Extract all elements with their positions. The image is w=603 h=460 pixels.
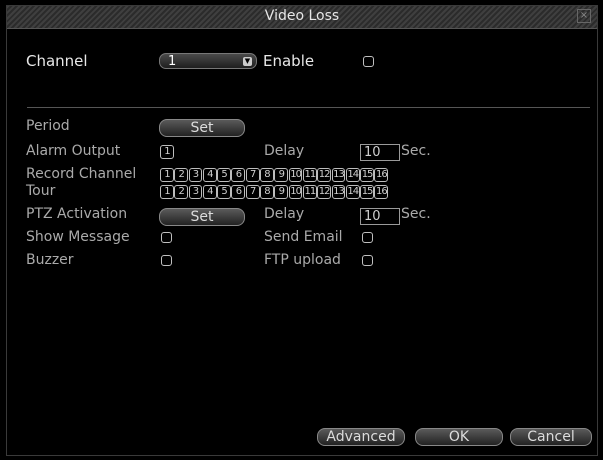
tour-grid: 1 2 3 4 5 6 7 8 9 10 11 12 13 14 15 16 [160,185,389,199]
channel-select-value: 1 [168,54,177,69]
record-channel-11[interactable]: 11 [302,168,317,182]
record-channel-label: Record Channel [26,166,137,182]
record-channel-9[interactable]: 9 [274,168,289,182]
delay2-input[interactable]: 10 [360,208,400,225]
tour-channel-10[interactable]: 10 [288,185,303,199]
advanced-button[interactable]: Advanced [317,428,405,446]
ptz-activation-label: PTZ Activation [26,206,128,222]
tour-label: Tour [26,183,56,199]
tour-channel-11[interactable]: 11 [302,185,317,199]
cancel-button[interactable]: Cancel [510,428,592,446]
period-label: Period [26,118,70,134]
record-channel-grid: 1 2 3 4 5 6 7 8 9 10 11 12 13 14 15 16 [160,168,389,182]
tour-channel-3[interactable]: 3 [188,185,203,199]
tour-channel-4[interactable]: 4 [202,185,217,199]
record-channel-8[interactable]: 8 [260,168,274,182]
tour-channel-14[interactable]: 14 [345,185,360,199]
record-channel-13[interactable]: 13 [331,168,346,182]
tour-channel-16[interactable]: 16 [374,185,389,199]
tour-channel-8[interactable]: 8 [260,185,274,199]
tour-channel-2[interactable]: 2 [174,185,189,199]
channel-label: Channel [26,52,88,70]
record-channel-6[interactable]: 6 [231,168,246,182]
tour-channel-12[interactable]: 12 [317,185,332,199]
record-channel-5[interactable]: 5 [217,168,231,182]
record-channel-10[interactable]: 10 [288,168,303,182]
ftp-upload-checkbox[interactable] [362,255,373,266]
send-email-checkbox[interactable] [362,232,373,243]
delay2-label: Delay [264,206,305,222]
alarm-output-label: Alarm Output [26,143,121,159]
record-channel-16[interactable]: 16 [374,168,389,182]
delay-label: Delay [264,143,305,159]
record-channel-12[interactable]: 12 [317,168,332,182]
period-set-button[interactable]: Set [159,119,245,137]
ftp-upload-label: FTP upload [264,252,341,268]
show-message-label: Show Message [26,229,130,245]
divider [27,107,590,108]
buzzer-checkbox[interactable] [161,255,172,266]
tour-channel-9[interactable]: 9 [274,185,289,199]
video-loss-dialog: Video Loss × Channel 1 ▼ Enable Period S… [6,5,598,456]
title-bar: Video Loss × [7,6,597,29]
enable-checkbox[interactable] [363,56,374,67]
tour-channel-1[interactable]: 1 [160,185,174,199]
delay-input[interactable]: 10 [360,144,400,161]
send-email-label: Send Email [264,229,343,245]
buzzer-label: Buzzer [26,252,74,268]
show-message-checkbox[interactable] [161,232,172,243]
tour-channel-13[interactable]: 13 [331,185,346,199]
tour-channel-5[interactable]: 5 [217,185,231,199]
enable-label: Enable [263,52,315,70]
tour-channel-6[interactable]: 6 [231,185,246,199]
ok-button[interactable]: OK [415,428,503,446]
tour-channel-15[interactable]: 15 [360,185,374,199]
record-channel-3[interactable]: 3 [188,168,203,182]
dialog-title: Video Loss [264,8,340,24]
channel-select[interactable]: 1 ▼ [159,53,257,69]
tour-channel-7[interactable]: 7 [245,185,260,199]
delay2-unit: Sec. [401,206,431,222]
record-channel-2[interactable]: 2 [174,168,189,182]
record-channel-4[interactable]: 4 [202,168,217,182]
alarm-output-toggle[interactable]: 1 [160,145,174,159]
record-channel-14[interactable]: 14 [345,168,360,182]
record-channel-1[interactable]: 1 [160,168,174,182]
chevron-down-icon: ▼ [243,57,252,66]
record-channel-15[interactable]: 15 [360,168,374,182]
ptz-set-button[interactable]: Set [159,208,245,226]
record-channel-7[interactable]: 7 [245,168,260,182]
delay-unit: Sec. [401,143,431,159]
close-icon[interactable]: × [577,9,591,23]
